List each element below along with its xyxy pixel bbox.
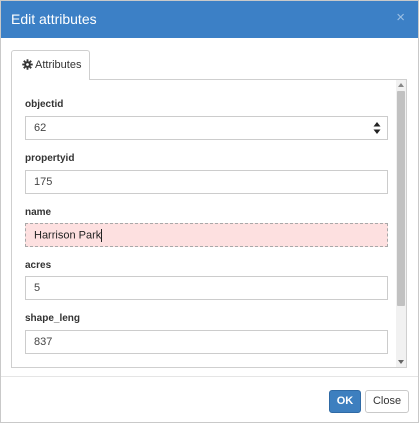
acres-value: 5 [34,282,41,294]
propertyid-value: 175 [34,176,53,188]
shape-leng-value: 837 [34,336,53,348]
objectid-value: 62 [34,122,47,134]
close-button[interactable]: Close [365,390,409,413]
propertyid-input[interactable]: 175 [25,170,388,194]
name-input[interactable]: Harrison Park [25,223,388,247]
text-cursor [101,229,103,242]
acres-input[interactable]: 5 [25,276,388,300]
ok-button[interactable]: OK [329,390,361,413]
attributes-panel: objectid 62 propertyid 175 name Harrison… [11,79,407,368]
gear-icon [22,59,33,70]
name-value: Harrison Park [34,229,102,242]
edit-attributes-dialog: Edit attributes × Attributes objectid 62 [0,0,419,423]
objectid-label: objectid [25,99,64,110]
acres-label: acres [25,260,52,271]
shape-leng-input[interactable]: 837 [25,330,388,354]
objectid-input[interactable]: 62 [25,116,388,140]
shape-leng-label: shape_leng [25,313,81,324]
scroll-down-arrow-icon[interactable] [398,360,404,364]
tab-label: Attributes [35,59,82,71]
spinner-icon[interactable] [373,121,381,135]
scroll-up-arrow-icon[interactable] [398,83,404,87]
scrollbar-thumb[interactable] [397,91,405,306]
footer-divider [1,376,418,377]
dialog-title: Edit attributes [11,11,97,27]
propertyid-label: propertyid [25,153,75,164]
vertical-scrollbar[interactable] [396,80,406,367]
dialog-header: Edit attributes × [1,1,418,38]
name-label: name [25,207,52,218]
close-icon[interactable]: × [396,10,405,26]
tab-attributes[interactable]: Attributes [11,50,90,80]
